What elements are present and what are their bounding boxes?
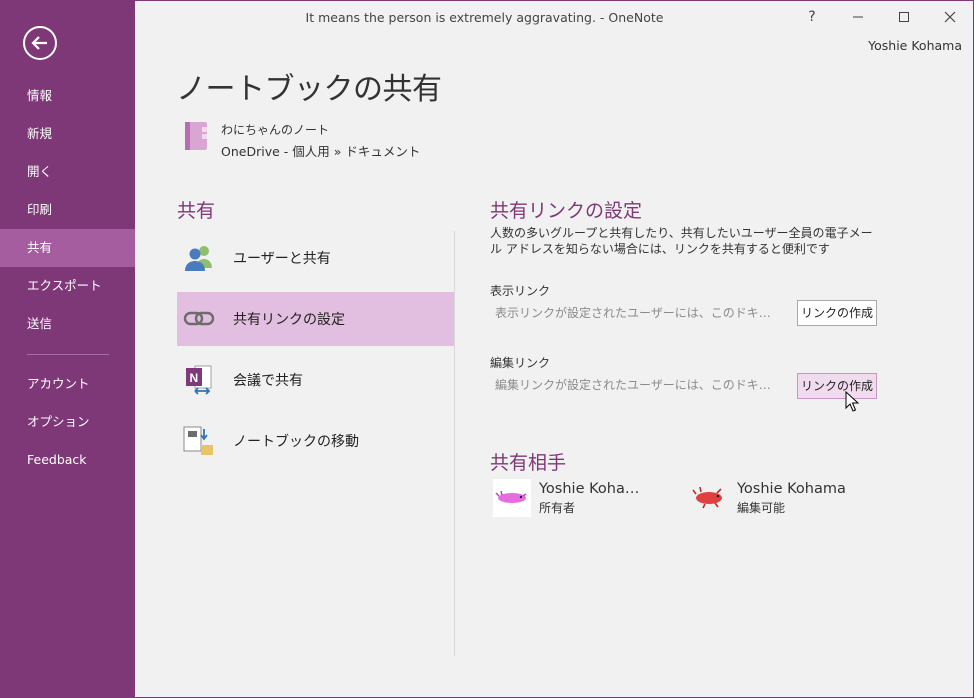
share-option-label: 会議で共有 xyxy=(233,373,303,389)
edit-link-field[interactable]: 編集リンクが設定されたユーザーには、このドキュメントへのアクセス権が付与されます xyxy=(490,372,782,398)
create-view-link-button[interactable]: リンクの作成 xyxy=(797,300,877,326)
nav-divider xyxy=(27,354,109,355)
share-option-label: 共有リンクの設定 xyxy=(233,312,345,328)
close-icon xyxy=(944,11,956,23)
share-with-meeting-option[interactable]: N 会議で共有 xyxy=(177,353,454,407)
minimize-button[interactable] xyxy=(842,4,874,30)
share-option-label: ノートブックの移動 xyxy=(233,434,359,450)
person-role: 編集可能 xyxy=(737,501,786,515)
back-arrow-icon[interactable] xyxy=(23,26,57,60)
maximize-button[interactable] xyxy=(888,4,920,30)
signed-in-user[interactable]: Yoshie Kohama xyxy=(868,38,962,53)
view-link-field[interactable]: 表示リンクが設定されたユーザーには、このドキュメントへのアクセス権が付与されます xyxy=(490,300,782,326)
people-icon xyxy=(183,242,215,274)
close-button[interactable] xyxy=(934,4,966,30)
shared-person[interactable]: Yoshie Kohama 編集可能 xyxy=(691,479,871,517)
page-title: ノートブックの共有 xyxy=(176,72,442,107)
nav-open[interactable]: 開く xyxy=(0,153,135,191)
help-button[interactable]: ? xyxy=(796,4,828,30)
maximize-icon xyxy=(899,12,909,22)
nav-new[interactable]: 新規 xyxy=(0,115,135,153)
link-icon xyxy=(183,303,215,335)
mouse-cursor-icon xyxy=(845,390,860,417)
view-link-label: 表示リンク xyxy=(490,284,551,298)
share-option-label: ユーザーと共有 xyxy=(233,251,331,267)
nav-share[interactable]: 共有 xyxy=(0,229,135,267)
shared-with-heading: 共有相手 xyxy=(490,452,567,474)
nav-send[interactable]: 送信 xyxy=(0,305,135,343)
svg-text:N: N xyxy=(190,371,199,385)
create-edit-link-button[interactable]: リンクの作成 xyxy=(797,373,877,399)
link-settings-heading: 共有リンクの設定 xyxy=(490,200,643,222)
nav-info[interactable]: 情報 xyxy=(0,77,135,115)
nav-print[interactable]: 印刷 xyxy=(0,191,135,229)
notebook-path: OneDrive - 個人用 » ドキュメント xyxy=(221,144,421,159)
window-frame xyxy=(0,0,974,698)
avatar xyxy=(691,479,729,517)
avatar xyxy=(493,479,531,517)
get-sharing-link-option[interactable]: 共有リンクの設定 xyxy=(177,292,454,346)
person-role: 所有者 xyxy=(539,501,576,515)
move-notebook-icon xyxy=(183,425,215,457)
panel-divider xyxy=(454,231,455,656)
onenote-meeting-icon: N xyxy=(183,364,215,396)
person-name: Yoshie Koha… xyxy=(539,481,640,497)
share-heading: 共有 xyxy=(177,200,216,222)
nav-feedback[interactable]: Feedback xyxy=(0,441,135,479)
person-name: Yoshie Kohama xyxy=(737,481,846,497)
notebook-icon xyxy=(183,121,209,155)
notebook-name: わにちゃんのノート xyxy=(221,123,330,137)
move-notebook-option[interactable]: ノートブックの移動 xyxy=(177,414,454,468)
nav-account[interactable]: アカウント xyxy=(0,365,135,403)
minimize-icon xyxy=(853,16,863,18)
share-with-people-option[interactable]: ユーザーと共有 xyxy=(177,231,454,285)
nav-export[interactable]: エクスポート xyxy=(0,267,135,305)
link-settings-description: 人数の多いグループと共有したり、共有したいユーザー全員の電子メール アドレスを知… xyxy=(490,226,873,256)
nav-options[interactable]: オプション xyxy=(0,403,135,441)
edit-link-label: 編集リンク xyxy=(490,356,551,370)
shared-person[interactable]: Yoshie Koha… 所有者 xyxy=(493,479,653,517)
backstage-sidebar: 情報 新規 開く 印刷 共有 エクスポート 送信 アカウント オプション Fee… xyxy=(0,0,135,698)
